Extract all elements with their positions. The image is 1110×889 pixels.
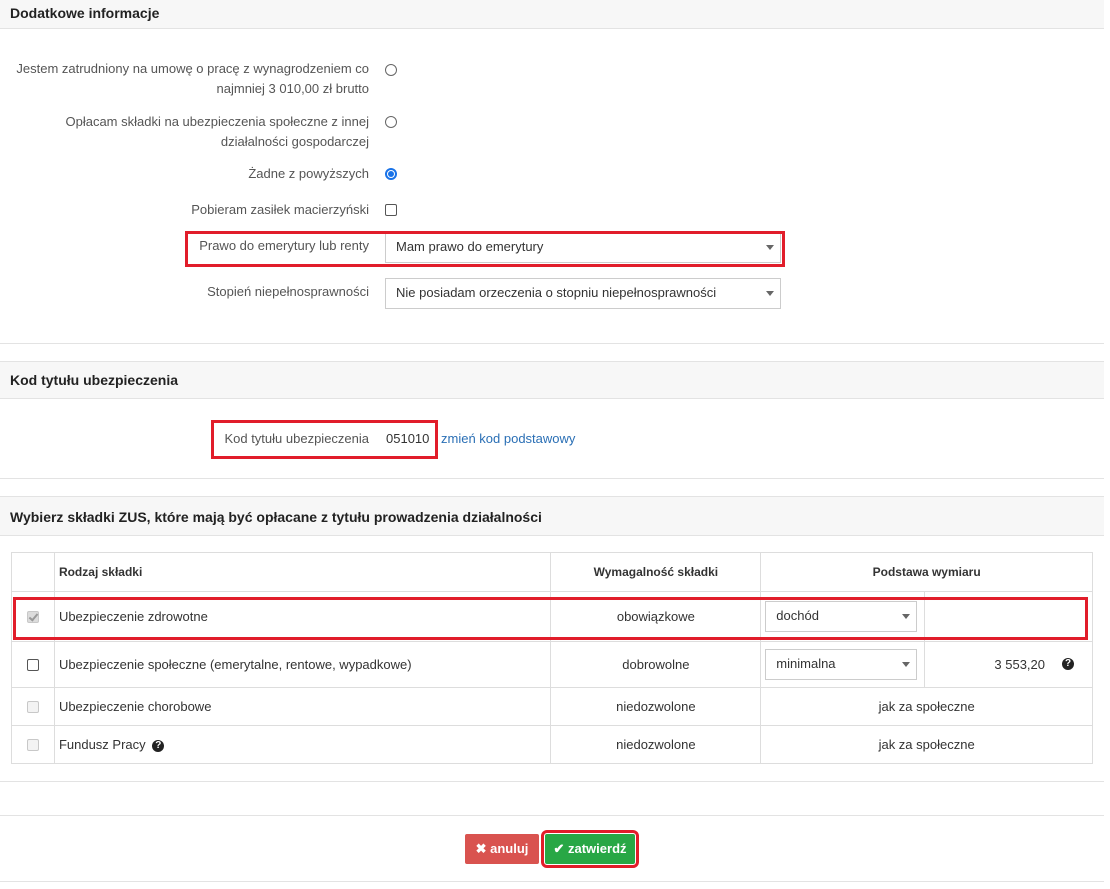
column-header-base: Podstawa wymiaru	[760, 552, 1093, 592]
maternity-allowance-label: Pobieram zasiłek macierzyński	[191, 202, 369, 217]
divider	[0, 781, 1104, 782]
section-header-additional-info: Dodatkowe informacje	[0, 0, 1104, 29]
other-business-label: Opłacam składki na ubezpieczenia społecz…	[65, 114, 369, 149]
base-text: jak za społeczne	[760, 725, 1093, 764]
employment-contract-radio[interactable]	[385, 64, 397, 76]
highlight-box	[211, 420, 438, 459]
column-header-type: Rodzaj składki	[53, 552, 552, 592]
disability-degree-label: Stopień niepełnosprawności	[207, 284, 369, 299]
zus-contributions-table: Rodzaj składki Wymagalność składki Podst…	[11, 552, 1093, 764]
table-row: Ubezpieczenie chorobowe niedozwolone jak…	[11, 687, 1093, 726]
cancel-button[interactable]: ✖ anuluj	[465, 834, 539, 864]
change-default-code-link[interactable]: zmień kod podstawowy	[441, 429, 575, 449]
maternity-allowance-checkbox[interactable]	[385, 204, 397, 216]
table-header-row: Rodzaj składki Wymagalność składki Podst…	[11, 552, 1093, 592]
base-amount: 3 553,20	[994, 657, 1045, 672]
check-icon: ✔	[553, 841, 565, 856]
highlight-box	[185, 231, 785, 267]
contribution-name: Fundusz Pracy	[58, 737, 146, 752]
divider	[0, 343, 1104, 344]
section-header-insurance-code: Kod tytułu ubezpieczenia	[0, 361, 1104, 399]
disability-degree-select[interactable]: Nie posiadam orzeczenia o stopniu niepeł…	[385, 278, 781, 309]
social-insurance-checkbox[interactable]	[27, 659, 39, 671]
none-of-above-radio[interactable]	[385, 168, 397, 180]
social-base-select[interactable]: minimalna	[765, 649, 918, 680]
close-icon: ✖	[475, 841, 487, 856]
chevron-down-icon	[766, 291, 774, 296]
table-row: Ubezpieczenie społeczne (emerytalne, ren…	[11, 641, 1093, 688]
contribution-requirement: niedozwolone	[550, 687, 762, 726]
divider	[0, 478, 1104, 479]
section-title: Kod tytułu ubezpieczenia	[10, 372, 179, 388]
divider	[0, 815, 1104, 816]
section-title: Dodatkowe informacje	[10, 5, 160, 21]
other-business-radio[interactable]	[385, 116, 397, 128]
labour-fund-checkbox	[27, 739, 39, 751]
contribution-name: Ubezpieczenie chorobowe	[53, 687, 552, 726]
highlight-box	[13, 597, 1088, 640]
divider	[0, 881, 1104, 882]
question-circle-icon[interactable]: ?	[1062, 658, 1074, 670]
table-row: Fundusz Pracy ? niedozwolone jak za społ…	[11, 725, 1093, 764]
sickness-insurance-checkbox	[27, 701, 39, 713]
section-header-zus-contributions: Wybierz składki ZUS, które mają być opła…	[0, 496, 1104, 536]
confirm-button[interactable]: ✔ zatwierdź	[541, 830, 639, 868]
question-circle-icon[interactable]: ?	[152, 739, 165, 752]
column-header-requirement: Wymagalność składki	[550, 552, 762, 592]
section-title: Wybierz składki ZUS, które mają być opła…	[10, 509, 542, 525]
base-text: jak za społeczne	[760, 687, 1093, 726]
employment-contract-label: Jestem zatrudniony na umowę o pracę z wy…	[16, 61, 369, 96]
contribution-name: Ubezpieczenie społeczne (emerytalne, ren…	[53, 641, 552, 688]
contribution-requirement: dobrowolne	[550, 641, 762, 688]
contribution-requirement: niedozwolone	[550, 725, 762, 764]
chevron-down-icon	[902, 662, 911, 667]
none-of-above-label: Żadne z powyższych	[248, 166, 369, 181]
